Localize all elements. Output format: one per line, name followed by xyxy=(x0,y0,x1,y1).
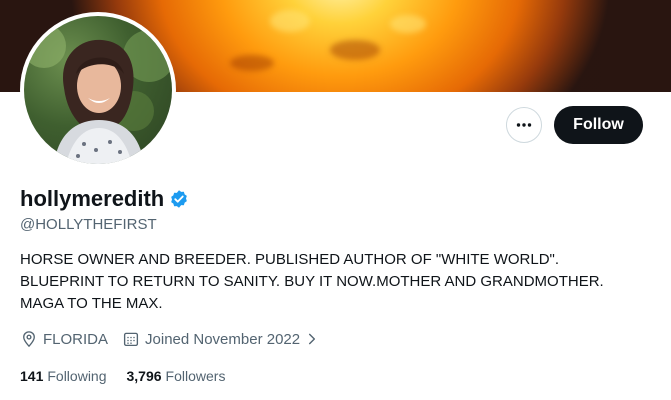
follow-button[interactable]: Follow xyxy=(554,106,643,144)
following-count: 141 xyxy=(20,368,44,384)
name-row: hollymeredith xyxy=(20,186,189,212)
profile-handle: @HOLLYTHEFIRST xyxy=(20,216,157,233)
followers-link[interactable]: 3,796 Followers xyxy=(127,368,226,384)
more-options-button[interactable] xyxy=(506,107,542,143)
banner-highlight xyxy=(270,10,310,32)
follow-stats: 141 Following 3,796 Followers xyxy=(20,368,245,384)
verified-badge-icon[interactable] xyxy=(169,189,189,209)
banner-highlight xyxy=(390,15,426,33)
following-label: Following xyxy=(47,368,107,384)
joined-text: Joined November 2022 xyxy=(145,330,301,348)
ellipsis-icon xyxy=(516,123,532,127)
bio-line: BLUEPRINT TO RETURN TO SANITY. BUY IT NO… xyxy=(20,273,604,290)
bio-line: HORSE OWNER AND BREEDER. PUBLISHED AUTHO… xyxy=(20,251,560,268)
followers-count: 3,796 xyxy=(126,368,162,384)
following-link[interactable]: 141 Following xyxy=(20,368,107,384)
banner-shade xyxy=(230,55,274,71)
followers-label: Followers xyxy=(165,368,226,384)
display-name: hollymeredith xyxy=(20,186,165,211)
profile-bio: HORSE OWNER AND BREEDER. PUBLISHED AUTHO… xyxy=(20,249,650,315)
avatar-portrait xyxy=(24,24,172,164)
chevron-right-icon xyxy=(309,333,316,345)
location-item: FLORIDA xyxy=(20,330,108,348)
profile-meta: FLORIDA Joined November 2022 xyxy=(20,330,333,348)
avatar xyxy=(24,16,172,164)
calendar-icon xyxy=(123,332,139,347)
location-pin-icon xyxy=(23,331,35,348)
location-text: FLORIDA xyxy=(43,330,109,348)
bio-line: MAGA TO THE MAX. xyxy=(20,295,163,312)
avatar-frame[interactable] xyxy=(20,12,176,168)
banner-shade xyxy=(330,40,380,60)
profile-page: Follow hollymeredith @HOLLYTHEFIRST HORS… xyxy=(0,0,671,400)
joined-item[interactable]: Joined November 2022 xyxy=(122,330,319,348)
